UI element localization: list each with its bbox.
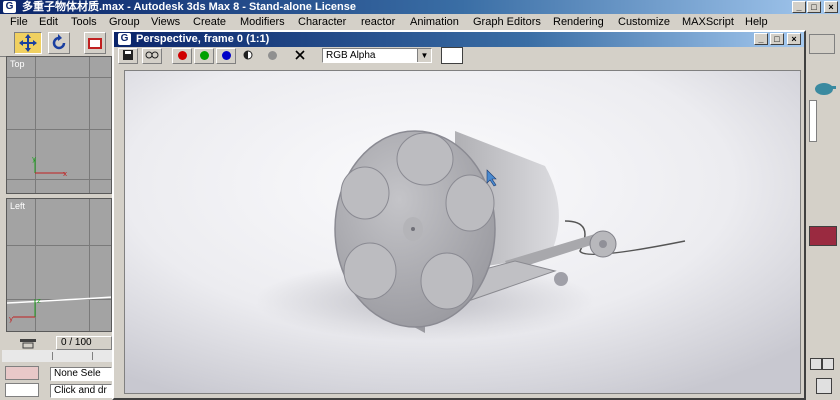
- channel-dropdown[interactable]: RGB Alpha ▼: [322, 48, 432, 63]
- pixel-color-swatch[interactable]: [441, 47, 463, 64]
- viewport-label: Top: [10, 59, 25, 69]
- timeline-config-icon[interactable]: [18, 337, 40, 349]
- frame-close-button[interactable]: ×: [787, 33, 801, 45]
- move-icon: [19, 34, 37, 52]
- menu-tools[interactable]: Tools: [71, 15, 97, 29]
- red-dot-icon: [177, 50, 187, 60]
- prompt-line: Click and dr: [50, 384, 112, 398]
- max-listener-mini[interactable]: [5, 366, 39, 380]
- command-panel-scroll[interactable]: [809, 100, 817, 142]
- select-and-rotate-button[interactable]: [48, 32, 70, 54]
- red-channel-button[interactable]: [172, 48, 192, 64]
- command-panel: [805, 34, 840, 400]
- time-slider[interactable]: 0 / 100: [56, 336, 112, 350]
- chevron-down-icon: ▼: [417, 49, 431, 62]
- select-and-move-button[interactable]: [14, 32, 42, 54]
- select-and-scale-button[interactable]: [84, 32, 106, 54]
- rendered-frame-title-bar[interactable]: G Perspective, frame 0 (1:1) _ □ ×: [114, 32, 804, 47]
- menu-animation[interactable]: Animation: [410, 15, 459, 29]
- axis-tripod-icon: y x: [32, 155, 67, 177]
- viewport-left[interactable]: Left z y: [6, 198, 112, 332]
- track-bar[interactable]: [2, 350, 112, 362]
- timeline-bar: 0 / 100: [2, 336, 112, 350]
- axis-tripod-icon: z y: [9, 297, 41, 323]
- menu-edit[interactable]: Edit: [39, 15, 58, 29]
- app-logo-icon: G: [3, 1, 16, 13]
- blue-dot-icon: [221, 50, 231, 60]
- object-color-swatch[interactable]: [809, 226, 837, 246]
- svg-text:y: y: [32, 155, 36, 163]
- menu-help[interactable]: Help: [745, 15, 768, 29]
- clone-window-button[interactable]: [142, 48, 162, 64]
- menu-character[interactable]: Character: [298, 15, 346, 29]
- save-icon: [123, 50, 133, 60]
- rendered-frame-title: Perspective, frame 0 (1:1): [136, 33, 270, 45]
- frame-maximize-button[interactable]: □: [770, 33, 784, 45]
- half-circle-icon: [243, 50, 253, 60]
- clone-icon: [145, 51, 159, 59]
- channel-dropdown-value: RGB Alpha: [326, 50, 376, 61]
- rendered-frame-toolbar: RGB Alpha ▼: [114, 47, 804, 67]
- scale-icon: [88, 38, 102, 49]
- gray-dot-icon: [267, 50, 277, 60]
- render-image: [124, 70, 801, 394]
- viewport-label: Left: [10, 201, 26, 211]
- teapot-icon[interactable]: [811, 78, 837, 96]
- frame-minimize-button[interactable]: _: [754, 33, 768, 45]
- green-channel-button[interactable]: [194, 48, 214, 64]
- monochrome-button[interactable]: [262, 48, 282, 64]
- clear-button[interactable]: [290, 48, 310, 64]
- menu-bar: File Edit Tools Group Views Create Modif…: [0, 14, 840, 30]
- viewport-zoom-icon[interactable]: [816, 378, 832, 394]
- menu-file[interactable]: File: [10, 15, 28, 29]
- menu-views[interactable]: Views: [151, 15, 180, 29]
- app-title: 多重子物体材质.max - Autodesk 3ds Max 8 - Stand…: [22, 1, 356, 13]
- clear-x-icon: [295, 50, 305, 60]
- app-logo-icon: G: [118, 33, 131, 45]
- command-panel-tab[interactable]: [809, 34, 835, 54]
- save-bitmap-button[interactable]: [118, 48, 138, 64]
- max-listener-output[interactable]: [5, 383, 39, 397]
- viewport-nav-icon[interactable]: [822, 358, 834, 370]
- menu-modifiers[interactable]: Modifiers: [240, 15, 285, 29]
- maximize-button[interactable]: □: [807, 1, 821, 13]
- close-button[interactable]: ×: [824, 1, 838, 13]
- svg-text:x: x: [63, 170, 67, 177]
- svg-text:z: z: [37, 297, 41, 305]
- menu-customize[interactable]: Customize: [618, 15, 670, 29]
- blue-channel-button[interactable]: [216, 48, 236, 64]
- alpha-channel-button[interactable]: [238, 48, 258, 64]
- menu-create[interactable]: Create: [193, 15, 226, 29]
- menu-reactor[interactable]: reactor: [361, 15, 395, 29]
- menu-group[interactable]: Group: [109, 15, 140, 29]
- viewport-nav-icon[interactable]: [810, 358, 822, 370]
- selection-status: None Sele: [50, 367, 112, 381]
- menu-rendering[interactable]: Rendering: [553, 15, 604, 29]
- green-dot-icon: [199, 50, 209, 60]
- menu-graph-editors[interactable]: Graph Editors: [473, 15, 541, 29]
- viewport-top[interactable]: Top y x: [6, 56, 112, 194]
- rotate-icon: [52, 34, 66, 50]
- minimize-button[interactable]: _: [792, 1, 806, 13]
- menu-maxscript[interactable]: MAXScript: [682, 15, 734, 29]
- svg-text:y: y: [9, 315, 13, 323]
- app-title-bar: G 多重子物体材质.max - Autodesk 3ds Max 8 - Sta…: [0, 0, 840, 14]
- rendered-frame-window: G Perspective, frame 0 (1:1) _ □ × RGB A…: [112, 30, 806, 400]
